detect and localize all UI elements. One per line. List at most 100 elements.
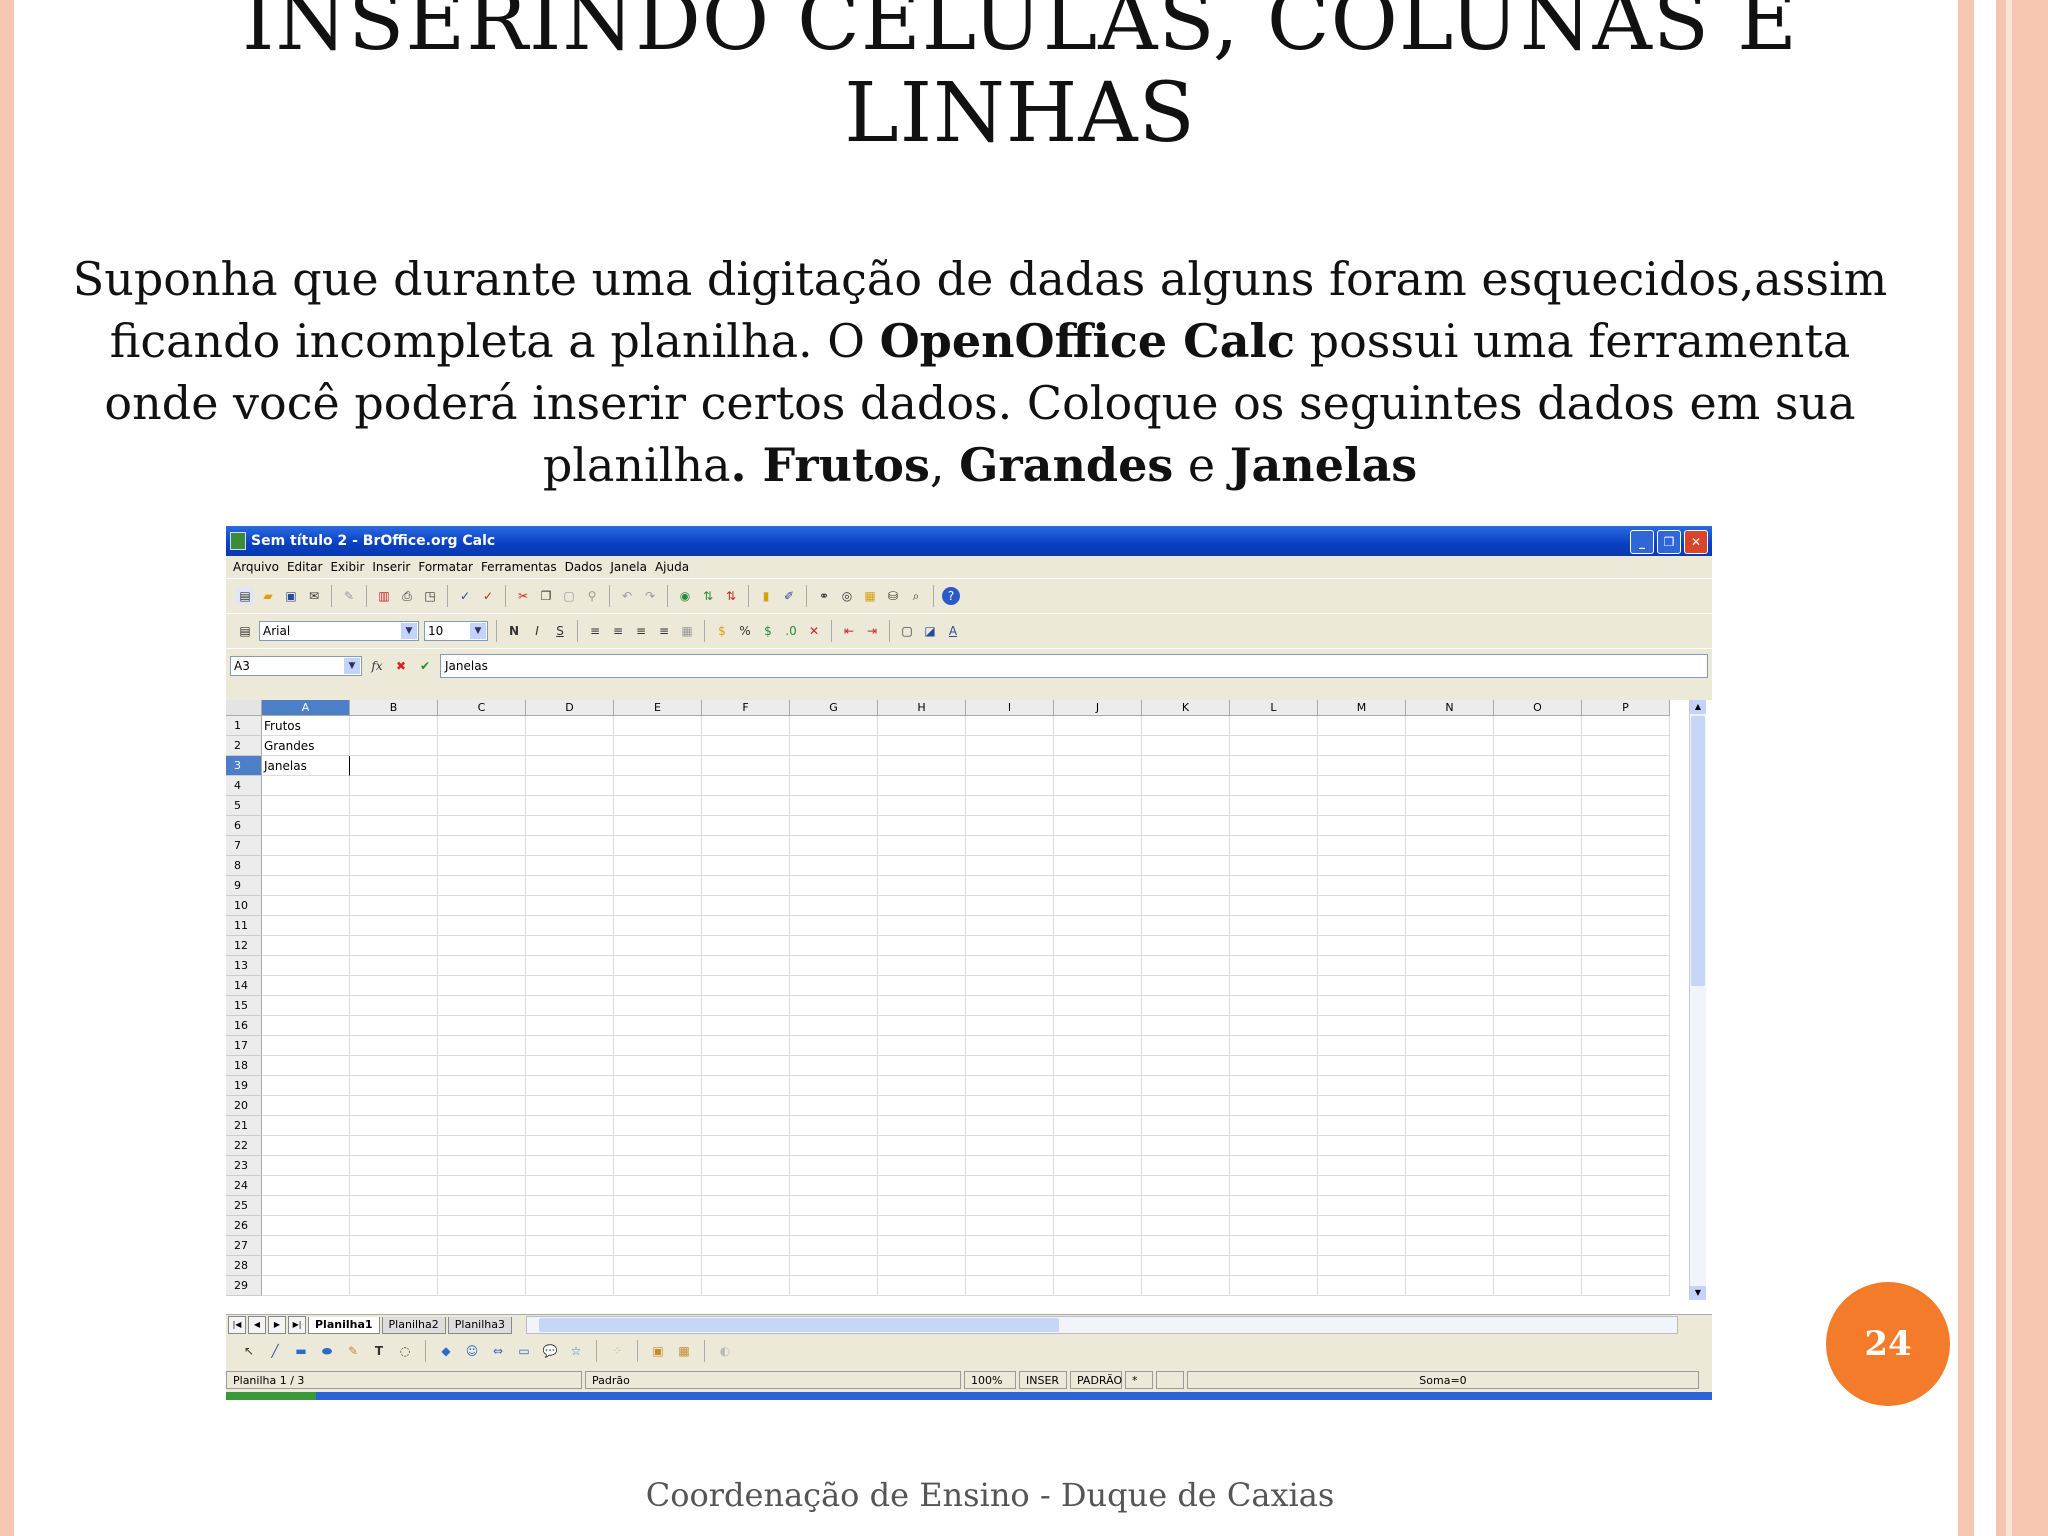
cell-o16[interactable] — [1494, 1016, 1582, 1036]
cell-e18[interactable] — [614, 1056, 702, 1076]
cell-p26[interactable] — [1582, 1216, 1670, 1236]
cell-e10[interactable] — [614, 896, 702, 916]
sheet-tab-planilha2[interactable]: Planilha2 — [381, 1316, 446, 1334]
cell-g8[interactable] — [790, 856, 878, 876]
cell-a18[interactable] — [262, 1056, 350, 1076]
cell-m3[interactable] — [1318, 756, 1406, 776]
cell-g13[interactable] — [790, 956, 878, 976]
cell-j12[interactable] — [1054, 936, 1142, 956]
row-header[interactable]: 13 — [226, 956, 262, 976]
edit-file-icon[interactable]: ✎ — [340, 587, 358, 605]
cell-i7[interactable] — [966, 836, 1054, 856]
cell-g6[interactable] — [790, 816, 878, 836]
row-header[interactable]: 9 — [226, 876, 262, 896]
cell-f17[interactable] — [702, 1036, 790, 1056]
cell-i27[interactable] — [966, 1236, 1054, 1256]
cell-k13[interactable] — [1142, 956, 1230, 976]
cell-i2[interactable] — [966, 736, 1054, 756]
cell-b20[interactable] — [350, 1096, 438, 1116]
cell-n1[interactable] — [1406, 716, 1494, 736]
cell-b10[interactable] — [350, 896, 438, 916]
cell-g5[interactable] — [790, 796, 878, 816]
row-header[interactable]: 6 — [226, 816, 262, 836]
cell-j9[interactable] — [1054, 876, 1142, 896]
cell-c24[interactable] — [438, 1176, 526, 1196]
cell-e25[interactable] — [614, 1196, 702, 1216]
cell-p16[interactable] — [1582, 1016, 1670, 1036]
show-draw-functions-icon[interactable]: ✐ — [780, 587, 798, 605]
cell-l2[interactable] — [1230, 736, 1318, 756]
cell-j16[interactable] — [1054, 1016, 1142, 1036]
cell-n13[interactable] — [1406, 956, 1494, 976]
cell-j21[interactable] — [1054, 1116, 1142, 1136]
cell-a7[interactable] — [262, 836, 350, 856]
cell-j15[interactable] — [1054, 996, 1142, 1016]
cell-c23[interactable] — [438, 1156, 526, 1176]
cell-e16[interactable] — [614, 1016, 702, 1036]
menu-editar[interactable]: Editar — [284, 560, 328, 574]
cell-l11[interactable] — [1230, 916, 1318, 936]
horizontal-scrollbar[interactable] — [526, 1316, 1679, 1334]
cell-p5[interactable] — [1582, 796, 1670, 816]
cell-g19[interactable] — [790, 1076, 878, 1096]
cell-p6[interactable] — [1582, 816, 1670, 836]
cell-n22[interactable] — [1406, 1136, 1494, 1156]
cell-p24[interactable] — [1582, 1176, 1670, 1196]
cell-h3[interactable] — [878, 756, 966, 776]
cell-k22[interactable] — [1142, 1136, 1230, 1156]
row-header[interactable]: 18 — [226, 1056, 262, 1076]
cell-e7[interactable] — [614, 836, 702, 856]
row-header[interactable]: 29 — [226, 1276, 262, 1296]
cell-n14[interactable] — [1406, 976, 1494, 996]
cell-o2[interactable] — [1494, 736, 1582, 756]
cell-j5[interactable] — [1054, 796, 1142, 816]
cell-p14[interactable] — [1582, 976, 1670, 996]
cell-d23[interactable] — [526, 1156, 614, 1176]
cell-f21[interactable] — [702, 1116, 790, 1136]
cell-h25[interactable] — [878, 1196, 966, 1216]
styles-icon[interactable]: ▤ — [236, 622, 254, 640]
cell-k12[interactable] — [1142, 936, 1230, 956]
status-insert-mode[interactable]: INSER — [1019, 1371, 1067, 1389]
cell-a14[interactable] — [262, 976, 350, 996]
cell-b14[interactable] — [350, 976, 438, 996]
cell-k16[interactable] — [1142, 1016, 1230, 1036]
menu-ajuda[interactable]: Ajuda — [652, 560, 694, 574]
scroll-up-icon[interactable]: ▲ — [1690, 700, 1706, 714]
cell-a11[interactable] — [262, 916, 350, 936]
cell-b7[interactable] — [350, 836, 438, 856]
cell-o14[interactable] — [1494, 976, 1582, 996]
cell-k7[interactable] — [1142, 836, 1230, 856]
freeform-icon[interactable]: ✎ — [344, 1342, 362, 1360]
cell-d11[interactable] — [526, 916, 614, 936]
cell-m11[interactable] — [1318, 916, 1406, 936]
flowchart-icon[interactable]: ▭ — [515, 1342, 533, 1360]
cell-b21[interactable] — [350, 1116, 438, 1136]
cell-i16[interactable] — [966, 1016, 1054, 1036]
cell-p3[interactable] — [1582, 756, 1670, 776]
cell-o12[interactable] — [1494, 936, 1582, 956]
row-header[interactable]: 21 — [226, 1116, 262, 1136]
cell-m24[interactable] — [1318, 1176, 1406, 1196]
cell-o27[interactable] — [1494, 1236, 1582, 1256]
cell-d9[interactable] — [526, 876, 614, 896]
cell-i4[interactable] — [966, 776, 1054, 796]
currency-icon[interactable]: $ — [713, 622, 731, 640]
row-header[interactable]: 22 — [226, 1136, 262, 1156]
cell-m16[interactable] — [1318, 1016, 1406, 1036]
cell-j3[interactable] — [1054, 756, 1142, 776]
row-header[interactable]: 5 — [226, 796, 262, 816]
function-wizard-icon[interactable]: fx — [368, 657, 386, 675]
cell-f23[interactable] — [702, 1156, 790, 1176]
hyperlink-icon[interactable]: ◉ — [676, 587, 694, 605]
cell-k17[interactable] — [1142, 1036, 1230, 1056]
cell-e14[interactable] — [614, 976, 702, 996]
cell-f19[interactable] — [702, 1076, 790, 1096]
cell-i8[interactable] — [966, 856, 1054, 876]
cell-c22[interactable] — [438, 1136, 526, 1156]
cell-i1[interactable] — [966, 716, 1054, 736]
cell-h14[interactable] — [878, 976, 966, 996]
restore-button[interactable]: ❐ — [1657, 530, 1681, 554]
column-header-i[interactable]: I — [966, 700, 1054, 716]
cell-l1[interactable] — [1230, 716, 1318, 736]
